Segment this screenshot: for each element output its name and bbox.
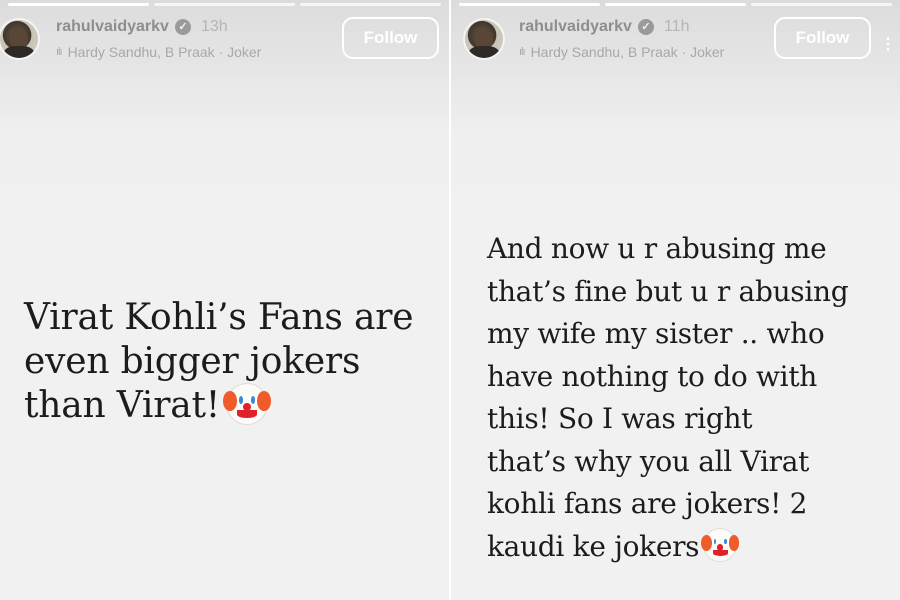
music-label: Hardy Sandhu, B Praak · Joker bbox=[530, 44, 725, 60]
clown-face-icon bbox=[223, 383, 272, 425]
more-options-icon[interactable]: ⋮ bbox=[880, 34, 896, 54]
story-text-fragment: kaudi ke jokers bbox=[487, 529, 700, 563]
avatar[interactable] bbox=[463, 18, 505, 60]
avatar-shirt bbox=[469, 46, 499, 58]
avatar-shirt bbox=[4, 46, 34, 58]
follow-button[interactable]: Follow bbox=[342, 17, 439, 59]
story-text: And now u r abusing me that’s fine but u… bbox=[487, 228, 897, 568]
user-line: rahulvaidyarkv ✓ 11h bbox=[519, 18, 689, 36]
story-panel-right[interactable]: rahulvaidyarkv ✓ 11h ılı Hardy Sandhu, B… bbox=[451, 0, 900, 600]
story-text-line: kohli fans are jokers! 2 bbox=[487, 487, 808, 520]
story-text-line-last: kaudi ke jokers bbox=[487, 526, 897, 569]
story-header: rahulvaidyarkv ✓ 11h ılı Hardy Sandhu, B… bbox=[451, 14, 900, 64]
story-text-line-last: than Virat! bbox=[24, 383, 449, 429]
music-line[interactable]: ılı Hardy Sandhu, B Praak · Joker bbox=[56, 44, 261, 60]
story-text-line: have nothing to do with bbox=[487, 359, 818, 393]
story-viewer: rahulvaidyarkv ✓ 13h ılı Hardy Sandhu, B… bbox=[0, 0, 900, 600]
story-header: rahulvaidyarkv ✓ 13h ılı Hardy Sandhu, B… bbox=[0, 14, 449, 64]
progress-segment bbox=[300, 3, 441, 6]
story-progress-bar bbox=[8, 3, 441, 6]
user-line: rahulvaidyarkv ✓ 13h bbox=[56, 18, 228, 36]
verified-badge-icon: ✓ bbox=[174, 19, 191, 35]
username[interactable]: rahulvaidyarkv bbox=[519, 18, 632, 36]
story-text-line: this! So I was right bbox=[487, 402, 753, 435]
music-bars-icon: ılı bbox=[519, 46, 525, 58]
story-text-line: Virat Kohli’s Fans are bbox=[24, 297, 414, 338]
story-text-line: that’s why you all Virat bbox=[487, 444, 810, 478]
username[interactable]: rahulvaidyarkv bbox=[56, 18, 169, 36]
story-text-line: my wife my sister .. who bbox=[487, 317, 825, 350]
story-time: 11h bbox=[663, 18, 690, 35]
avatar[interactable] bbox=[0, 18, 40, 60]
story-panel-left[interactable]: rahulvaidyarkv ✓ 13h ılı Hardy Sandhu, B… bbox=[0, 0, 449, 600]
music-line[interactable]: ılı Hardy Sandhu, B Praak · Joker bbox=[519, 44, 724, 60]
story-text-line: that’s fine but u r abusing bbox=[487, 274, 849, 308]
progress-segment bbox=[605, 3, 746, 6]
story-time: 13h bbox=[200, 18, 228, 35]
progress-segment bbox=[459, 3, 600, 6]
music-label: Hardy Sandhu, B Praak · Joker bbox=[67, 44, 262, 60]
story-text: Virat Kohli’s Fans are even bigger joker… bbox=[24, 296, 449, 429]
progress-segment bbox=[8, 3, 149, 6]
story-text-line: even bigger jokers bbox=[24, 341, 361, 382]
verified-badge-icon: ✓ bbox=[637, 19, 654, 35]
story-progress-bar bbox=[459, 3, 892, 6]
music-bars-icon: ılı bbox=[56, 46, 62, 58]
progress-segment bbox=[751, 3, 892, 6]
story-text-fragment: than Virat! bbox=[24, 385, 221, 426]
story-text-line: And now u r abusing me bbox=[487, 232, 827, 265]
clown-face-icon bbox=[701, 528, 740, 562]
follow-button[interactable]: Follow bbox=[774, 17, 871, 59]
progress-segment bbox=[154, 3, 295, 6]
